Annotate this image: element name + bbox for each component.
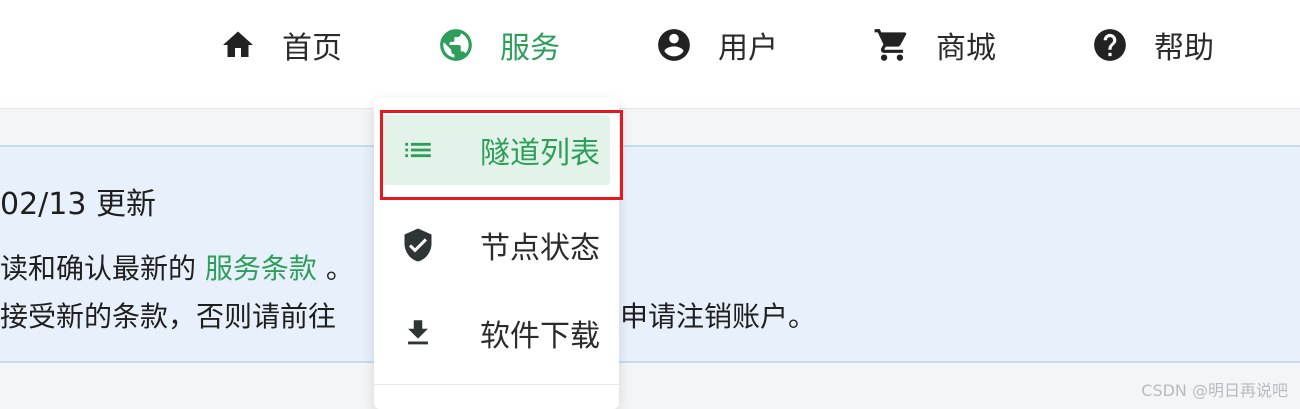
cart-icon [872,25,912,65]
notice-line-2-left: 接受新的条款，否则请前往 [0,300,337,333]
notice-line-2-right: 申请注销账户。 [620,300,817,333]
download-icon [400,315,436,351]
notice-text: 读和确认最新的 [0,252,197,285]
notice-line-1: 读和确认最新的 服务条款 。 [0,247,354,287]
nav-item-label: 服务 [500,31,560,66]
terms-of-service-link[interactable]: 服务条款 [205,252,317,285]
notice-title: 02/13 更新 [0,187,156,222]
nav-item-help[interactable]: 帮助 [1090,24,1214,66]
menu-item-label: 软件下载 [480,319,600,354]
notice-text: 。 [325,252,354,285]
nav-item-label: 商城 [936,31,996,66]
top-navigation: 首页 服务 用户 商城 帮助 [0,0,1300,109]
help-icon [1090,25,1130,65]
menu-item-node-status[interactable]: 节点状态 [382,210,610,280]
home-icon [218,25,258,65]
menu-item-tunnel-list[interactable]: 隧道列表 [382,115,610,185]
menu-divider [374,384,619,385]
service-dropdown-menu: 隧道列表 节点状态 软件下载 [374,98,619,409]
nav-item-label: 用户 [718,31,778,66]
menu-item-software-download[interactable]: 软件下载 [382,298,610,368]
shield-check-icon [400,227,436,263]
nav-item-shop[interactable]: 商城 [872,24,996,66]
nav-item-service[interactable]: 服务 [436,24,560,66]
menu-item-label: 节点状态 [480,231,600,266]
nav-item-user[interactable]: 用户 [654,24,778,66]
update-notice: 02/13 更新 读和确认最新的 服务条款 。 接受新的条款，否则请前往 申请注… [0,145,1300,363]
globe-icon [436,25,476,65]
menu-item-label: 隧道列表 [480,136,600,171]
list-icon [400,132,436,168]
nav-item-label: 帮助 [1154,31,1214,66]
nav-item-label: 首页 [282,31,342,66]
user-icon [654,25,694,65]
nav-item-home[interactable]: 首页 [218,24,342,66]
watermark: CSDN @明日再说吧 [1141,381,1288,400]
